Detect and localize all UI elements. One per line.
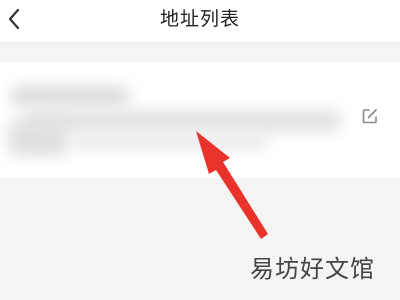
navigation-bar: 地址列表	[0, 0, 400, 42]
redacted-address-details	[8, 80, 348, 160]
address-list-screen: 地址列表 易坊好文馆	[0, 0, 400, 300]
edit-icon	[362, 109, 377, 124]
watermark-text: 易坊好文馆	[250, 255, 375, 283]
blurred-text-line	[22, 110, 342, 132]
blurred-text-line	[8, 120, 68, 156]
address-list-item[interactable]	[0, 62, 400, 178]
navbar-divider	[0, 42, 400, 43]
edit-address-button[interactable]	[362, 108, 382, 128]
blurred-text-line	[68, 132, 268, 150]
page-title: 地址列表	[159, 8, 240, 30]
blurred-text-line	[10, 86, 130, 106]
